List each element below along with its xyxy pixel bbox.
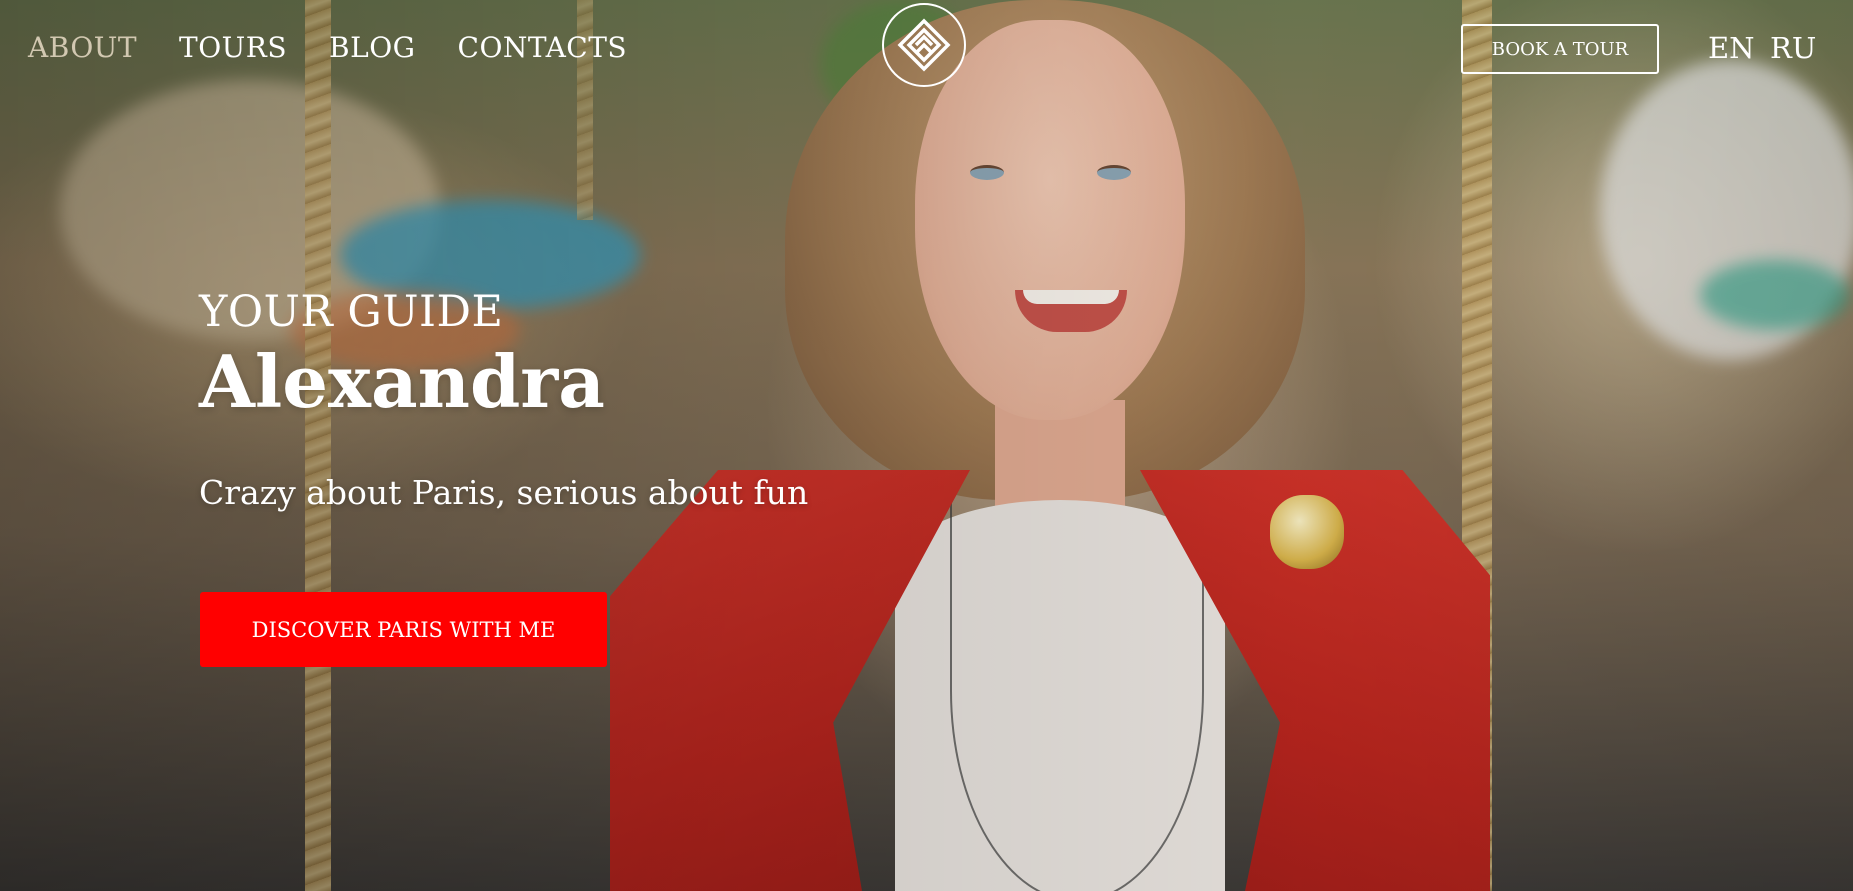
nav-link-contacts[interactable]: CONTACTS: [458, 31, 628, 65]
language-en[interactable]: EN: [1708, 31, 1755, 65]
site-logo[interactable]: [882, 3, 966, 87]
diamond-logo-icon: [897, 18, 951, 72]
nav-link-blog[interactable]: BLOG: [329, 31, 416, 65]
book-a-tour-button[interactable]: BOOK A TOUR: [1461, 24, 1659, 74]
nav-link-tours[interactable]: TOURS: [179, 31, 287, 65]
hero-title: Alexandra: [199, 339, 605, 424]
discover-paris-button[interactable]: DISCOVER PARIS WITH ME: [200, 592, 607, 667]
nav-links: ABOUT TOURS BLOG CONTACTS: [28, 31, 627, 65]
hero-tagline: Crazy about Paris, serious about fun: [199, 473, 809, 512]
language-ru[interactable]: RU: [1770, 31, 1816, 65]
hero-section: ABOUT TOURS BLOG CONTACTS BOOK A TOUR EN…: [0, 0, 1853, 891]
top-navigation: ABOUT TOURS BLOG CONTACTS BOOK A TOUR EN…: [0, 0, 1853, 100]
nav-link-about[interactable]: ABOUT: [28, 31, 137, 65]
hero-subtitle: YOUR GUIDE: [199, 287, 504, 337]
hero-heading-block: YOUR GUIDE Alexandra: [199, 287, 605, 427]
image-overlay: [0, 0, 1853, 891]
